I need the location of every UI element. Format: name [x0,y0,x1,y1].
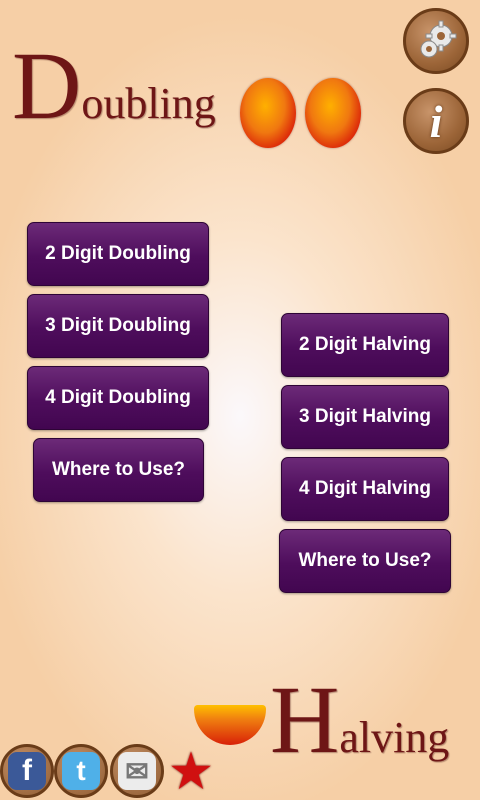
two-digit-halving-button[interactable]: 2 Digit Halving [281,313,449,377]
settings-button[interactable] [403,8,469,74]
egg-icon [305,78,361,148]
halving-title-initial: H [270,666,340,773]
rate-app-button[interactable]: ★ [164,744,218,798]
two-digit-doubling-button[interactable]: 2 Digit Doubling [27,222,209,286]
half-egg-icon [194,705,266,745]
halving-where-to-use-button[interactable]: Where to Use? [279,529,451,593]
facebook-share-button[interactable]: f [0,744,54,798]
halving-title-rest: alving [339,713,450,762]
info-button[interactable]: i [403,88,469,154]
four-digit-halving-button[interactable]: 4 Digit Halving [281,457,449,521]
star-rate-icon: ★ [170,745,212,797]
doubling-title-initial: D [12,32,82,139]
doubling-where-to-use-button[interactable]: Where to Use? [33,438,204,502]
mail-share-button[interactable]: ✉ [110,744,164,798]
three-digit-halving-button[interactable]: 3 Digit Halving [281,385,449,449]
halving-title: Halving [270,672,449,768]
info-icon: i [429,95,443,147]
twitter-share-button[interactable]: t [54,744,108,798]
facebook-icon: f [8,752,46,790]
three-digit-doubling-button[interactable]: 3 Digit Doubling [27,294,209,358]
mail-icon: ✉ [118,752,156,790]
settings-gear-icon [420,20,457,58]
four-digit-doubling-button[interactable]: 4 Digit Doubling [27,366,209,430]
twitter-icon: t [62,752,100,790]
egg-icon [240,78,296,148]
doubling-title-rest: oubling [81,79,216,128]
doubling-title: Doubling [12,38,216,134]
